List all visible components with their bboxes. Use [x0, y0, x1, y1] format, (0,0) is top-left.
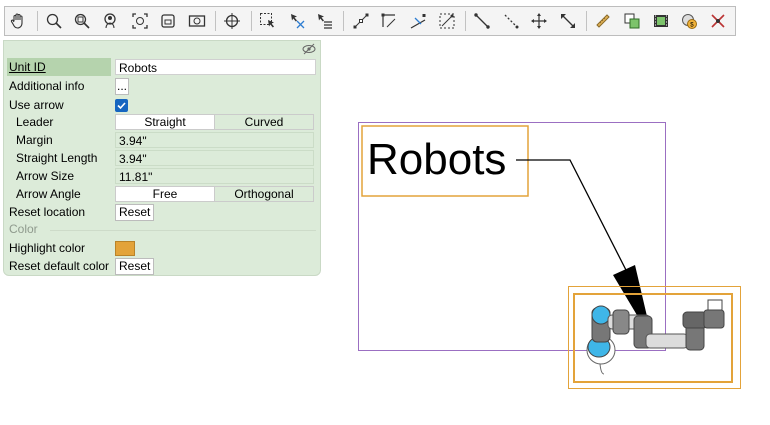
leader-toggle: Straight Curved — [115, 114, 314, 130]
arrow-size-label: Arrow Size — [16, 169, 75, 183]
center-icon[interactable] — [221, 9, 244, 33]
layout-canvas[interactable]: Robots — [350, 110, 770, 425]
toolbar-separator — [464, 11, 466, 31]
film-icon[interactable] — [649, 9, 672, 33]
reset-default-color-row: Reset default color Reset — [4, 257, 320, 275]
margin-field[interactable]: 3.94" — [115, 132, 314, 148]
use-arrow-checkbox[interactable] — [115, 99, 128, 112]
highlight-color-swatch[interactable] — [115, 241, 135, 256]
unit-id-row: Unit ID Robots — [4, 58, 320, 76]
toolbar-separator — [215, 11, 217, 31]
margin-row: Margin 3.94" — [4, 131, 320, 149]
arrow-size-field[interactable]: 11.81" — [115, 168, 314, 184]
move-icon[interactable] — [528, 9, 551, 33]
select-list-icon[interactable] — [314, 9, 337, 33]
additional-info-label: Additional info — [9, 79, 85, 93]
use-arrow-row: Use arrow — [4, 96, 320, 114]
straight-length-label: Straight Length — [16, 151, 98, 165]
zoom-user-icon[interactable] — [100, 9, 123, 33]
reset-location-button[interactable]: Reset — [115, 204, 155, 221]
reset-location-label: Reset location — [9, 205, 86, 219]
robot-arm[interactable] — [586, 299, 725, 375]
select-icon[interactable] — [257, 9, 280, 33]
zoom-window-icon[interactable] — [157, 9, 180, 33]
deselect-icon[interactable] — [285, 9, 308, 33]
leader-curved-option[interactable]: Curved — [214, 115, 313, 129]
delete-icon[interactable] — [707, 9, 730, 33]
zoom-fit-icon[interactable] — [128, 9, 151, 33]
arrow-angle-free-option[interactable]: Free — [116, 187, 214, 201]
connector-icon[interactable] — [471, 9, 494, 33]
arrow-angle-label: Arrow Angle — [16, 187, 81, 201]
reset-location-row: Reset location Reset — [4, 203, 320, 221]
color-section-row: Color — [4, 220, 320, 238]
color-section-heading: Color — [9, 222, 38, 236]
straight-length-row: Straight Length 3.94" — [4, 149, 320, 167]
properties-panel: Unit ID Robots Additional info ... Use a… — [3, 40, 321, 276]
reset-default-color-button[interactable]: Reset — [115, 258, 155, 275]
highlight-color-row: Highlight color — [4, 239, 320, 257]
toolbar-separator — [586, 11, 588, 31]
toolbar-separator — [250, 11, 252, 31]
snap-grid-icon[interactable] — [435, 9, 458, 33]
cost-icon[interactable]: $ — [678, 9, 701, 33]
reset-default-color-label: Reset default color — [9, 259, 110, 273]
arrow-angle-row: Arrow Angle Free Orthogonal — [4, 185, 320, 203]
camera-icon[interactable] — [186, 9, 209, 33]
unit-id-field[interactable]: Robots — [115, 59, 316, 75]
arrow-angle-toggle: Free Orthogonal — [115, 186, 314, 202]
section-divider — [50, 230, 316, 231]
use-arrow-label: Use arrow — [9, 98, 64, 112]
hand-icon[interactable] — [7, 9, 30, 33]
ruler-icon[interactable] — [592, 9, 615, 33]
zoom-in-icon[interactable] — [71, 9, 94, 33]
snap-points-icon[interactable] — [349, 9, 372, 33]
leader-row: Leader Straight Curved — [4, 113, 320, 131]
zoom-icon[interactable] — [43, 9, 66, 33]
toolbar: $ — [4, 6, 736, 36]
snap-corner-icon[interactable] — [378, 9, 401, 33]
arrow-size-row: Arrow Size 11.81" — [4, 167, 320, 185]
label-text: Robots — [367, 135, 506, 184]
copy-icon[interactable] — [621, 9, 644, 33]
leader-label: Leader — [16, 115, 54, 129]
resize-icon[interactable] — [557, 9, 580, 33]
leader-line — [516, 159, 628, 273]
toolbar-separator — [36, 11, 38, 31]
additional-info-button[interactable]: ... — [115, 78, 129, 95]
leader-straight-option[interactable]: Straight — [116, 115, 214, 129]
straight-length-field[interactable]: 3.94" — [115, 150, 314, 166]
arrow-angle-orthogonal-option[interactable]: Orthogonal — [214, 187, 313, 201]
margin-label: Margin — [16, 133, 53, 147]
snap-edge-icon[interactable] — [407, 9, 430, 33]
diagonal-icon[interactable] — [499, 9, 522, 33]
unit-id-label: Unit ID — [7, 58, 111, 76]
highlight-color-label: Highlight color — [9, 241, 86, 255]
toolbar-separator — [343, 11, 345, 31]
hide-panel-icon[interactable] — [302, 43, 316, 55]
additional-info-row: Additional info ... — [4, 77, 320, 95]
